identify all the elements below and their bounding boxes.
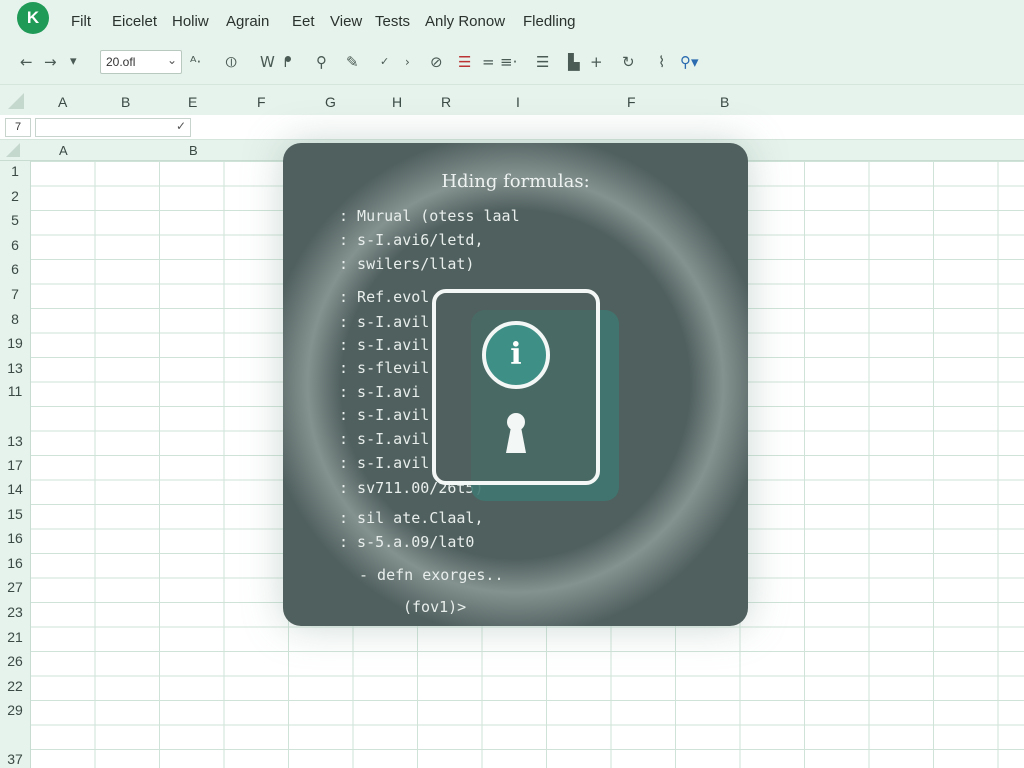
overlay-title: Hding formulas: (441, 171, 590, 192)
cursor-icon[interactable]: ⌇ (658, 53, 665, 71)
menu-tools[interactable]: Tests (375, 13, 410, 30)
column-header[interactable]: B (720, 94, 729, 110)
column-header[interactable]: E (188, 94, 197, 110)
overlay-line: : s-5.a.09/lat0 (339, 533, 475, 551)
menu-edit[interactable]: Eicelet (112, 13, 157, 30)
user-icon[interactable]: ⚲▾ (680, 53, 699, 71)
column-header-row: A B E F G H R I F B (0, 85, 1024, 115)
menu-insert[interactable]: Agrain (226, 13, 269, 30)
pencil-icon[interactable]: ✎ (346, 53, 359, 71)
column-header[interactable]: R (441, 94, 451, 110)
equals-icon[interactable]: = (482, 53, 495, 71)
column-header[interactable]: I (516, 94, 520, 110)
grid-corner[interactable] (6, 143, 20, 157)
row-number[interactable]: 13 (0, 360, 30, 376)
overlay-line: : sil ate.Claal, (339, 509, 484, 527)
overlay-line: : Ref.evol (339, 288, 430, 306)
column-header[interactable]: F (627, 94, 636, 110)
overlay-line: : Murual (otess laal (339, 207, 520, 225)
row-number[interactable]: 29 (0, 702, 30, 718)
row-number[interactable]: 26 (0, 653, 30, 669)
back-arrow-icon[interactable]: ← (20, 53, 33, 71)
menu-home[interactable]: Holiw (172, 13, 209, 30)
column-header[interactable]: H (392, 94, 402, 110)
row-number[interactable]: 22 (0, 678, 30, 694)
name-box[interactable]: 7 (5, 118, 31, 137)
menu-help[interactable]: Fledling (523, 13, 576, 30)
overlay-line: : s-I.avi6/letd, (339, 231, 484, 249)
paint-icon[interactable]: ⊘ (430, 53, 443, 71)
dropdown-icon[interactable]: ▾ (70, 53, 77, 71)
info-icon: i (482, 321, 550, 389)
forward-arrow-icon[interactable]: → (44, 53, 57, 71)
row-number[interactable]: 17 (0, 457, 30, 473)
confirm-icon[interactable]: ✓ (176, 119, 186, 133)
row-number[interactable]: 37 (0, 751, 30, 767)
menu-bar: K Filt Eicelet Holiw Agrain Eet View Tes… (0, 0, 1024, 44)
column-header[interactable]: B (121, 94, 130, 110)
overlay-line: : s-I.avil (339, 406, 430, 424)
overlay-line: : s-I.avil (339, 430, 430, 448)
border-icon[interactable]: ☰ (458, 53, 471, 71)
row-number[interactable]: 23 (0, 604, 30, 620)
overlay-line: : s-I.avil (339, 313, 430, 331)
row-number[interactable]: 6 (0, 237, 30, 253)
row-number[interactable]: 5 (0, 212, 30, 228)
overlay-line: : s-I.avil (339, 336, 430, 354)
row-number[interactable]: 21 (0, 629, 30, 645)
wifi-icon[interactable]: ᖰ (284, 53, 292, 71)
row-number[interactable]: 6 (0, 261, 30, 277)
column-header[interactable]: A (58, 94, 67, 110)
list-icon[interactable]: ☰ (536, 53, 549, 71)
hiding-formulas-overlay: Hding formulas: : Murual (otess laal : s… (283, 143, 748, 626)
row-number[interactable]: 27 (0, 579, 30, 595)
row-number[interactable]: 13 (0, 433, 30, 449)
overlay-line: - defn exorges.. (359, 566, 504, 584)
overlay-line: : swilers/llat) (339, 255, 475, 273)
word-icon[interactable]: W (260, 53, 275, 71)
row-number[interactable]: 11 (0, 383, 30, 399)
row-number[interactable]: 16 (0, 530, 30, 546)
menu-view[interactable]: View (330, 13, 362, 30)
chart-icon[interactable]: ▙ (568, 53, 580, 71)
app-logo-icon[interactable]: K (17, 2, 49, 34)
zoom-value: 20.ofl (106, 55, 136, 69)
overlay-line: (fov1)> (403, 598, 467, 616)
row-number[interactable]: 14 (0, 481, 30, 497)
menu-analyze[interactable]: Anly Ronow (425, 13, 505, 30)
row-number[interactable]: 1 (0, 163, 30, 179)
row-number[interactable]: 7 (0, 286, 30, 302)
formula-bar: 7 ✓ (0, 115, 1024, 140)
row-number[interactable]: 16 (0, 555, 30, 571)
plus-icon[interactable]: + (590, 53, 603, 71)
row-number[interactable]: 19 (0, 335, 30, 351)
keyhole-icon (506, 413, 526, 453)
row-number[interactable]: 15 (0, 506, 30, 522)
row-number[interactable]: 2 (0, 188, 30, 204)
column-header[interactable]: F (257, 94, 266, 110)
column-header[interactable]: B (189, 143, 198, 158)
refresh-icon[interactable]: ↻ (622, 53, 635, 71)
row-number[interactable]: 8 (0, 311, 30, 327)
formula-input[interactable]: ✓ (35, 118, 191, 137)
sort-icon[interactable]: ᴬ· (190, 53, 201, 71)
search-icon[interactable]: ⚲ (316, 53, 327, 71)
zoom-select[interactable]: 20.ofl ⌄ (100, 50, 182, 74)
check-icon[interactable]: ✓ (380, 53, 389, 71)
toolbar: ← → ▾ 20.ofl ⌄ ᴬ· ⦶ W ᖰ ⚲ ✎ ✓ › ⊘ ☰ = ≡·… (0, 44, 1024, 85)
menu-format[interactable]: Eet (292, 13, 315, 30)
chevron-down-icon: ⌄ (166, 53, 177, 67)
select-all-corner[interactable] (8, 93, 24, 109)
column-header[interactable]: A (59, 143, 68, 158)
overlay-line: : s-I.avi (339, 383, 421, 401)
arrow-icon[interactable]: › (405, 53, 410, 71)
column-header[interactable]: G (325, 94, 336, 110)
overlay-line: : s-I.avil (339, 454, 430, 472)
menu-file[interactable]: Filt (71, 13, 91, 30)
align-icon[interactable]: ≡· (500, 53, 517, 71)
row-header-column: 1 2 5 6 6 7 8 19 13 11 13 17 14 15 16 16… (0, 161, 31, 768)
overlay-line: : s-flevil (339, 359, 430, 377)
link-icon[interactable]: ⦶ (226, 53, 237, 71)
locked-info-badge: i (432, 289, 600, 485)
